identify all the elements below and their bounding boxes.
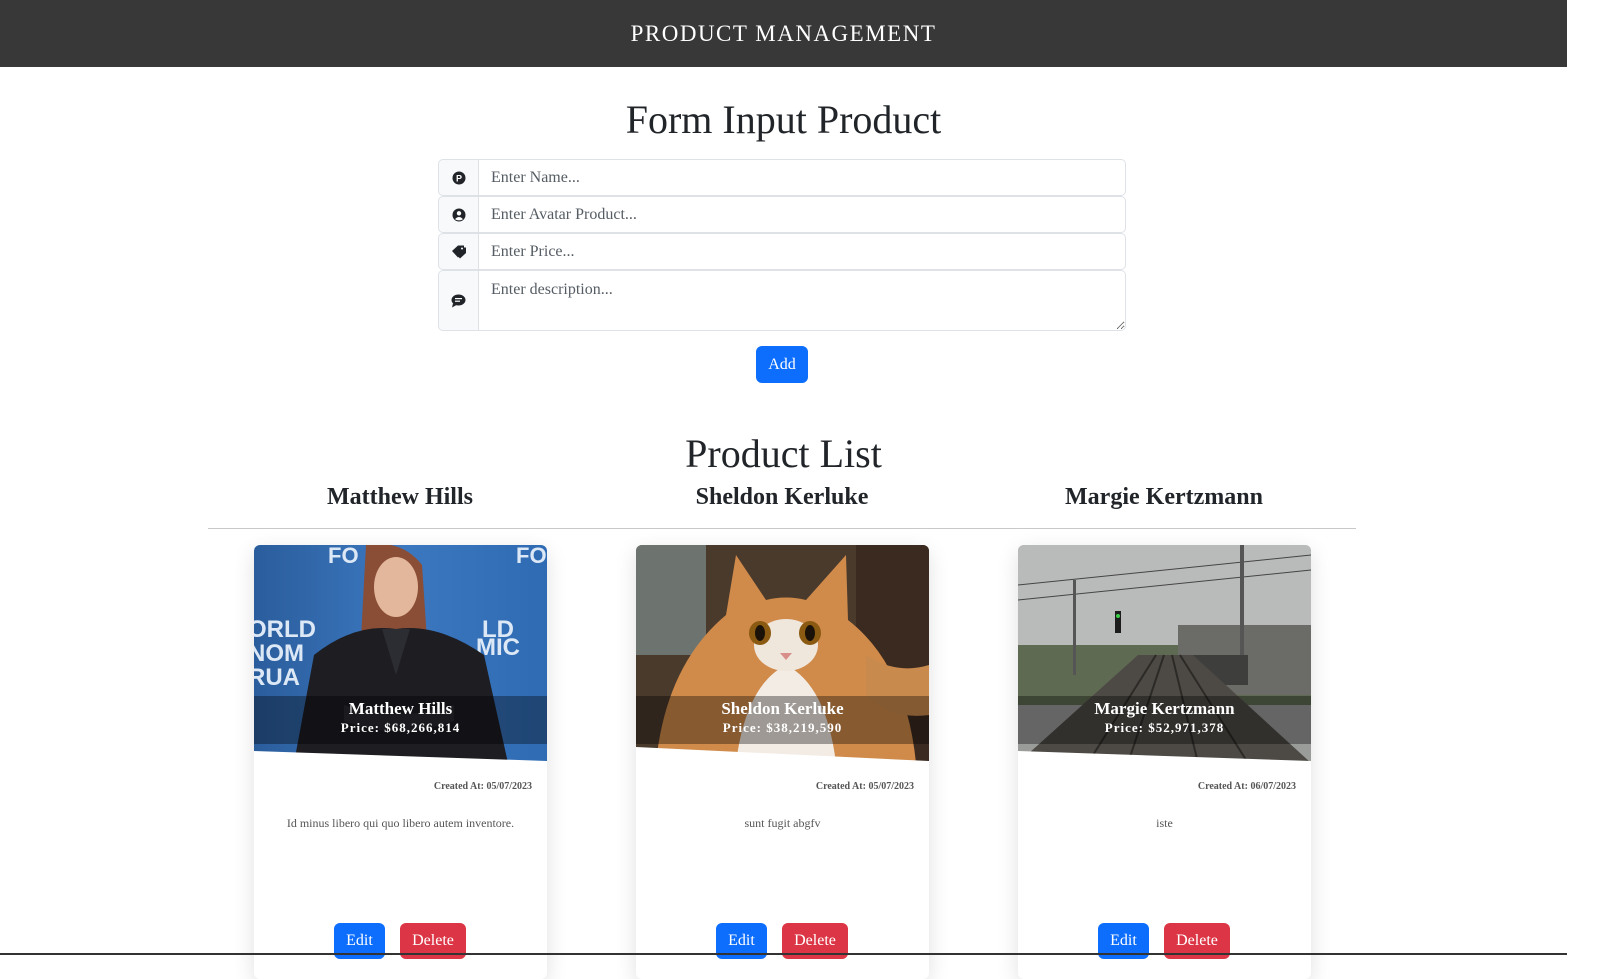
product-card: Margie Kertzmann Price: $52,971,378 Crea…: [1018, 545, 1311, 979]
price-input[interactable]: [479, 233, 1126, 270]
product-name: Sheldon Kerluke: [721, 699, 844, 718]
user-circle-icon: [438, 196, 479, 233]
description-input[interactable]: [479, 270, 1126, 331]
created-date: Created At: 05/07/2023: [433, 781, 532, 792]
product-list-title: Product List: [685, 431, 882, 476]
product-name: Matthew Hills: [348, 699, 453, 718]
created-date: Created At: 05/07/2023: [815, 781, 914, 792]
product-price: Price: $52,971,378: [1104, 720, 1225, 735]
product-description: iste: [1156, 816, 1173, 830]
product-column-heading: Sheldon Kerluke: [695, 484, 869, 510]
image-caption: Margie Kertzmann Price: $52,971,378: [1018, 696, 1311, 744]
image-caption: Matthew Hills Price: $68,266,814: [254, 696, 547, 744]
tags-icon: [438, 233, 479, 270]
product-price: Price: $38,219,590: [722, 720, 843, 735]
product-description: sunt fugit abgfv: [744, 816, 821, 830]
name-input[interactable]: [479, 159, 1126, 196]
description-input-group: [438, 270, 1126, 331]
price-input-group: [438, 233, 1126, 270]
page-scrollbar[interactable]: [1567, 0, 1608, 979]
product-column-heading: Matthew Hills: [327, 484, 473, 510]
product-price: Price: $68,266,814: [340, 720, 461, 735]
product-name: Margie Kertzmann: [1094, 699, 1235, 718]
product-description: Id minus libero qui quo libero autem inv…: [286, 816, 515, 830]
created-date: Created At: 06/07/2023: [1197, 781, 1296, 792]
avatar-input[interactable]: [479, 196, 1126, 233]
list-divider: [208, 528, 1356, 529]
name-input-group: P: [438, 159, 1126, 196]
message-icon: [438, 270, 479, 331]
svg-text:P: P: [455, 173, 461, 183]
viewport-bottom-edge: [0, 953, 1567, 955]
product-p-icon: P: [438, 159, 479, 196]
product-card: ORLD NOM RUA LD MIC FO FO Matthew Hills …: [254, 545, 547, 979]
form-title: Form Input Product: [625, 97, 942, 142]
image-caption: Sheldon Kerluke Price: $38,219,590: [636, 696, 929, 744]
product-card: Sheldon Kerluke Price: $38,219,590 Creat…: [636, 545, 929, 979]
avatar-input-group: [438, 196, 1126, 233]
app-title: PRODUCT MANAGEMENT: [630, 20, 937, 46]
product-column-heading: Margie Kertzmann: [1065, 484, 1263, 510]
top-navbar: PRODUCT MANAGEMENT: [0, 0, 1567, 67]
add-button[interactable]: Add: [756, 346, 808, 383]
